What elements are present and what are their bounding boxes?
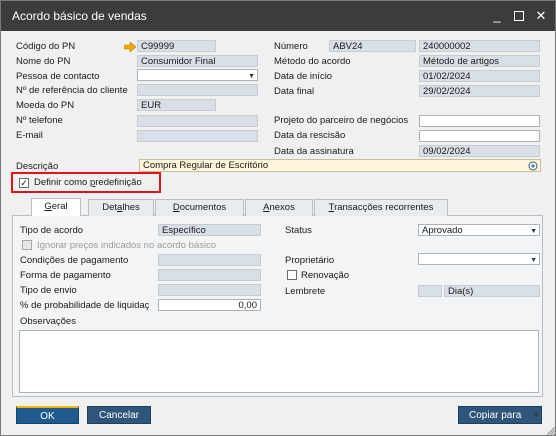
phone-field[interactable] — [137, 115, 258, 127]
maximize-button[interactable] — [510, 7, 528, 25]
tab-general-mnemonic: G — [44, 201, 52, 212]
tab-details-text-a: Det — [102, 202, 118, 213]
cancel-button[interactable]: Cancelar — [87, 406, 151, 424]
number-label: Número — [274, 41, 308, 52]
bp-project-label: Projeto do parceiro de negócios — [274, 115, 409, 126]
description-value: Compra Regular de Escritório — [143, 160, 269, 171]
copy-to-dropdown-icon[interactable]: ▼ — [533, 412, 540, 419]
reminder-value-field[interactable] — [418, 285, 442, 297]
agreement-type-field[interactable]: Específico — [158, 224, 261, 236]
series-field[interactable]: ABV24 — [329, 40, 416, 52]
tab-general-text-b: eral — [51, 201, 68, 212]
probability-field[interactable]: 0,00 — [158, 299, 261, 311]
bp-name-label: Nome do PN — [16, 56, 71, 67]
dropdown-arrow-icon[interactable]: ▼ — [530, 255, 537, 264]
termination-date-label: Data da rescisão — [274, 130, 346, 141]
bp-currency-field[interactable]: EUR — [137, 99, 216, 111]
status-label: Status — [285, 225, 312, 236]
termination-date-field[interactable] — [419, 130, 540, 142]
email-label: E-mail — [16, 130, 43, 141]
status-select[interactable]: Aprovado ▼ — [418, 224, 540, 236]
close-button[interactable]: ✕ — [532, 7, 550, 25]
minimize-button[interactable]: _ — [488, 7, 506, 25]
reminder-label: Lembrete — [285, 286, 326, 297]
set-as-default-checkbox[interactable]: ✓ — [19, 178, 29, 188]
contact-person-label: Pessoa de contacto — [16, 71, 100, 82]
owner-label: Proprietário — [285, 255, 335, 266]
dropdown-arrow-icon[interactable]: ▼ — [248, 71, 255, 80]
bp-code-field[interactable]: C99999 — [137, 40, 216, 52]
description-field[interactable]: Compra Regular de Escritório — [139, 159, 541, 172]
start-date-field[interactable]: 01/02/2024 — [419, 70, 540, 82]
shipping-type-field[interactable] — [158, 284, 261, 296]
bp-project-field[interactable] — [419, 115, 540, 127]
tab-recurring-text-b: ransacções recorrentes — [334, 202, 434, 213]
tab-documents[interactable]: Documentos — [155, 199, 244, 216]
signing-date-label: Data da assinatura — [274, 146, 354, 157]
set-as-default-text-b: redefinição — [95, 177, 142, 188]
payment-method-field[interactable] — [158, 269, 261, 281]
probability-label: % de probabilidade de liquidaç — [20, 300, 150, 311]
maximize-icon — [514, 11, 524, 21]
bp-currency-label: Moeda do PN — [16, 100, 75, 111]
tab-recurring-transactions[interactable]: Transacções recorrentes — [314, 199, 448, 216]
bp-name-field[interactable]: Consumidor Final — [137, 55, 258, 67]
owner-select[interactable]: ▼ — [418, 253, 540, 265]
tab-documents-mnemonic: D — [172, 202, 180, 213]
resize-grip-icon[interactable] — [547, 427, 555, 435]
dropdown-arrow-icon[interactable]: ▼ — [530, 226, 537, 235]
agreement-type-label: Tipo de acordo — [20, 225, 84, 236]
window-title: Acordo básico de vendas — [12, 9, 147, 23]
ignore-prices-label: Ignorar preços indicados no acordo básic… — [37, 240, 217, 251]
phone-label: Nº telefone — [16, 115, 63, 126]
customer-ref-field[interactable] — [137, 84, 258, 96]
tab-details-text-b: lhes — [122, 202, 140, 213]
copy-to-button[interactable]: Copiar para — [458, 406, 542, 424]
end-date-label: Data final — [274, 86, 315, 97]
tab-attachments-text-b: nexos — [269, 202, 295, 213]
signing-date-field[interactable]: 09/02/2024 — [419, 145, 540, 157]
payment-terms-label: Condições de pagamento — [20, 255, 129, 266]
renewal-label: Renovação — [301, 270, 350, 281]
set-as-default-label: Definir como predefinição — [34, 177, 142, 188]
agreement-method-label: Método do acordo — [274, 56, 351, 67]
ok-button[interactable]: OK — [16, 406, 79, 424]
title-bar[interactable]: Acordo básico de vendas _ ✕ — [1, 1, 555, 31]
renewal-checkbox[interactable] — [287, 270, 297, 280]
tab-general[interactable]: Geral — [31, 198, 81, 216]
tab-details[interactable]: Detalhes — [88, 199, 154, 216]
bp-code-label: Código do PN — [16, 41, 76, 52]
link-arrow-icon[interactable] — [124, 42, 136, 52]
start-date-label: Data de início — [274, 71, 333, 82]
payment-terms-field[interactable] — [158, 254, 261, 266]
observations-label: Observações — [20, 316, 76, 327]
tab-attachments[interactable]: Anexos — [245, 199, 313, 216]
payment-method-label: Forma de pagamento — [20, 270, 111, 281]
end-date-field[interactable]: 29/02/2024 — [419, 85, 540, 97]
set-as-default-text-a: Definir como — [34, 177, 90, 188]
customer-ref-label: Nº de referência do cliente — [16, 85, 128, 96]
ignore-prices-checkbox — [22, 240, 32, 250]
status-value: Aprovado — [422, 225, 463, 236]
email-field[interactable] — [137, 130, 258, 142]
observations-textarea[interactable] — [19, 330, 539, 393]
contact-person-select[interactable]: ▼ — [137, 69, 258, 81]
agreement-method-field[interactable]: Método de artigos — [419, 55, 540, 67]
reminder-unit-field[interactable]: Dia(s) — [444, 285, 540, 297]
description-label: Descrição — [16, 161, 59, 172]
tab-documents-text-b: ocumentos — [179, 202, 227, 213]
sales-blanket-agreement-window: Acordo básico de vendas _ ✕ Código do PN… — [0, 0, 556, 436]
shipping-type-label: Tipo de envio — [20, 285, 77, 296]
doc-number-field[interactable]: 240000002 — [419, 40, 540, 52]
expand-text-icon[interactable] — [528, 161, 538, 171]
